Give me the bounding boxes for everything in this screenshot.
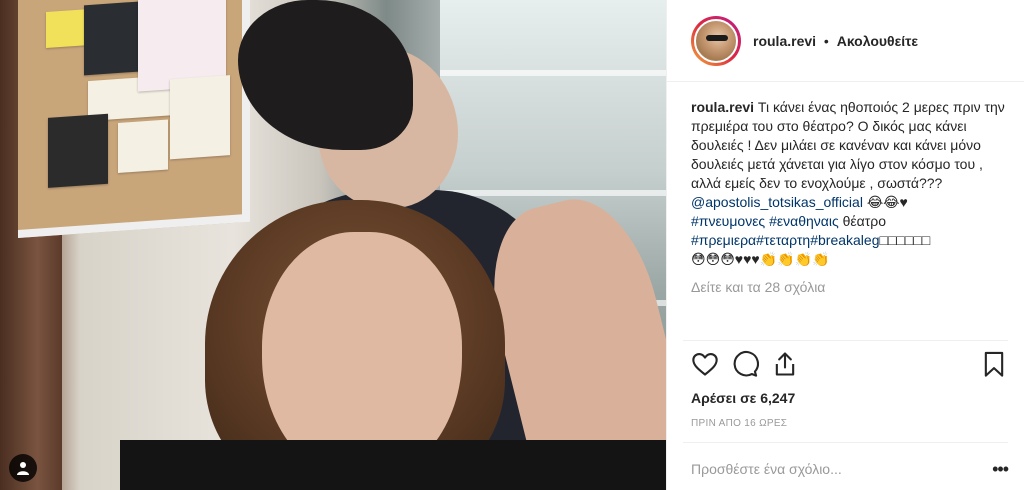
- hashtag-link[interactable]: #πρεμιερα: [691, 232, 756, 248]
- comment-button[interactable]: [731, 344, 771, 384]
- save-button[interactable]: [968, 344, 1008, 384]
- divider: [683, 340, 1008, 341]
- comment-input[interactable]: [691, 461, 984, 477]
- comment-bar: •••: [691, 451, 1009, 487]
- header-username[interactable]: roula.revi: [753, 33, 816, 49]
- likes-count[interactable]: Αρέσει σε 6,247: [691, 390, 795, 406]
- photo-cork-board: [18, 0, 250, 239]
- photo-man-hair: [238, 0, 413, 150]
- post-header: roula.revi • Ακολουθείτε: [667, 0, 1024, 82]
- comment-icon: [733, 351, 759, 377]
- hashtag-link[interactable]: #τεταρτη: [756, 232, 810, 248]
- post-photo[interactable]: [0, 0, 666, 490]
- action-bar: [691, 344, 1008, 384]
- bookmark-icon: [984, 351, 1004, 377]
- share-button[interactable]: [771, 344, 811, 384]
- heart-icon: [692, 353, 718, 376]
- caption-emoji: 😂😂♥: [866, 194, 908, 210]
- post-sidebar: roula.revi • Ακολουθείτε roula.revi Τι κ…: [666, 0, 1024, 490]
- story-ring[interactable]: [691, 15, 741, 66]
- user-tag-icon[interactable]: [9, 454, 37, 482]
- hashtag-link[interactable]: #εναθηναις: [769, 213, 839, 229]
- hashtag-link[interactable]: #breakaleg: [810, 232, 879, 248]
- instagram-post: roula.revi • Ακολουθείτε roula.revi Τι κ…: [0, 0, 1024, 490]
- post-timestamp[interactable]: ΠΡΙΝ ΑΠΟ 16 ΩΡΕΣ: [691, 418, 787, 429]
- photo-fridge-shelf: [440, 70, 666, 76]
- post-caption: roula.revi Τι κάνει ένας ηθοποιός 2 μερε…: [667, 82, 1024, 269]
- header-user: roula.revi • Ακολουθείτε: [753, 33, 918, 49]
- share-icon: [775, 352, 795, 376]
- more-options-button[interactable]: •••: [984, 459, 1009, 480]
- caption-mention[interactable]: @apostolis_totsikas_official: [691, 194, 863, 210]
- caption-boxes: □□□□□□: [879, 232, 931, 248]
- caption-emoji: 😳😳😳♥♥♥👏👏👏👏: [691, 251, 830, 267]
- photo-woman-top: [120, 440, 666, 490]
- caption-username[interactable]: roula.revi: [691, 99, 754, 115]
- divider: [683, 442, 1008, 443]
- header-separator: •: [823, 32, 829, 49]
- hashtag-link[interactable]: #πνευμονες: [691, 213, 765, 229]
- caption-word: θέατρο: [842, 213, 887, 229]
- photo-fridge-shelf: [440, 190, 666, 196]
- following-button[interactable]: Ακολουθείτε: [837, 33, 918, 49]
- like-button[interactable]: [691, 344, 731, 384]
- avatar[interactable]: [694, 18, 738, 63]
- view-comments-link[interactable]: Δείτε και τα 28 σχόλια: [691, 279, 1000, 295]
